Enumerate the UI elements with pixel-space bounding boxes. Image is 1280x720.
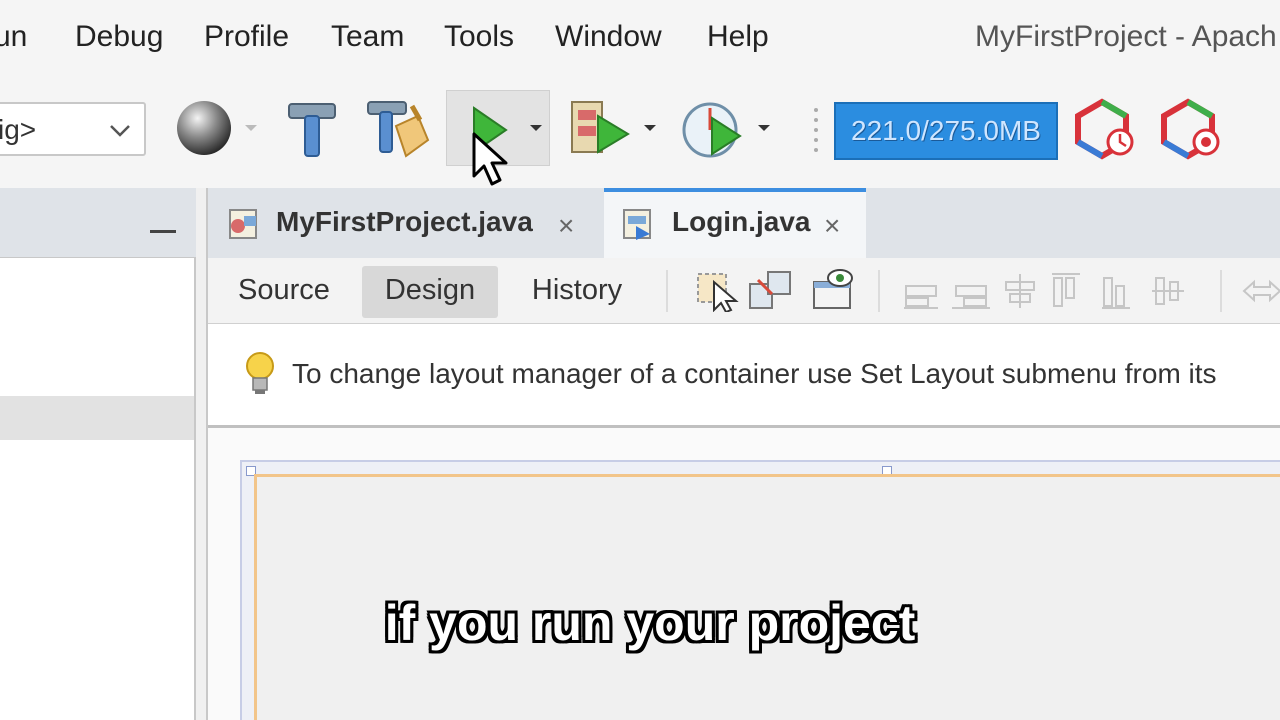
connection-mode-icon[interactable]	[748, 270, 792, 312]
debug-icon[interactable]	[570, 98, 632, 158]
toolbar-separator	[814, 108, 818, 152]
hammer-icon[interactable]	[285, 98, 339, 160]
separator	[666, 270, 668, 312]
tab-label: Login.java	[672, 206, 811, 237]
resize-horizontal-icon[interactable]	[1242, 278, 1280, 304]
alignment-tools-icons[interactable]	[902, 272, 1202, 310]
preview-design-icon[interactable]	[812, 268, 856, 312]
form-frame[interactable]	[240, 460, 1280, 720]
menu-run[interactable]: un	[0, 20, 27, 54]
menu-help[interactable]: Help	[707, 20, 769, 54]
chevron-down-icon[interactable]	[528, 122, 544, 134]
close-icon[interactable]: ×	[558, 210, 574, 242]
hint-text: To change layout manager of a container …	[292, 358, 1217, 389]
view-history-button[interactable]: History	[512, 266, 642, 318]
separator	[1220, 270, 1222, 312]
configuration-combo[interactable]: ig>	[0, 102, 146, 156]
menu-window[interactable]: Window	[555, 20, 662, 54]
toolbar: ig> 221.0/275.0MB	[0, 84, 1280, 188]
projects-panel-header	[0, 188, 196, 258]
profiler-icon[interactable]	[1160, 98, 1222, 160]
profile-icon[interactable]	[682, 98, 744, 160]
separator	[878, 270, 880, 312]
java-form-file-icon	[623, 209, 651, 240]
tab-label: MyFirstProject.java	[276, 206, 533, 237]
menu-tools[interactable]: Tools	[444, 20, 514, 54]
tab-login[interactable]: Login.java ×	[604, 188, 866, 258]
gc-icon[interactable]	[1074, 98, 1136, 160]
chevron-down-icon[interactable]	[243, 122, 259, 134]
memory-text: 221.0/275.0MB	[851, 115, 1041, 146]
view-design-button[interactable]: Design	[362, 266, 498, 318]
chevron-down-icon[interactable]	[756, 122, 772, 134]
java-form-file-icon	[229, 209, 257, 239]
close-icon[interactable]: ×	[824, 210, 840, 242]
window-title: MyFirstProject - Apach	[975, 20, 1277, 53]
video-caption: if you run your project	[384, 595, 916, 651]
chevron-down-icon[interactable]	[642, 122, 658, 134]
hint-bar: To change layout manager of a container …	[208, 324, 1280, 428]
menu-profile[interactable]: Profile	[204, 20, 289, 54]
design-canvas[interactable]	[208, 428, 1280, 720]
screen: un Debug Profile Team Tools Window Help …	[0, 0, 1280, 720]
selection-mode-icon[interactable]	[696, 270, 740, 312]
menu-team[interactable]: Team	[331, 20, 404, 54]
menu-debug[interactable]: Debug	[75, 20, 163, 54]
editor-view-toolbar: Source Design History	[208, 258, 1280, 324]
minimize-icon[interactable]	[150, 230, 176, 233]
menu-bar: un Debug Profile Team Tools Window Help …	[0, 0, 1280, 84]
chevron-down-icon	[110, 125, 130, 137]
clean-build-icon[interactable]	[366, 96, 430, 162]
memory-meter[interactable]: 221.0/275.0MB	[834, 102, 1058, 160]
tab-myfirstproject[interactable]: MyFirstProject.java ×	[208, 188, 602, 258]
editor-tab-strip: MyFirstProject.java × Login.java ×	[208, 188, 1280, 258]
mouse-cursor-icon	[472, 132, 508, 186]
view-source-button[interactable]: Source	[222, 266, 346, 318]
selected-tree-row[interactable]	[0, 396, 194, 440]
lightbulb-icon	[246, 352, 274, 394]
globe-icon[interactable]	[174, 98, 234, 158]
configuration-value: ig>	[0, 114, 37, 145]
